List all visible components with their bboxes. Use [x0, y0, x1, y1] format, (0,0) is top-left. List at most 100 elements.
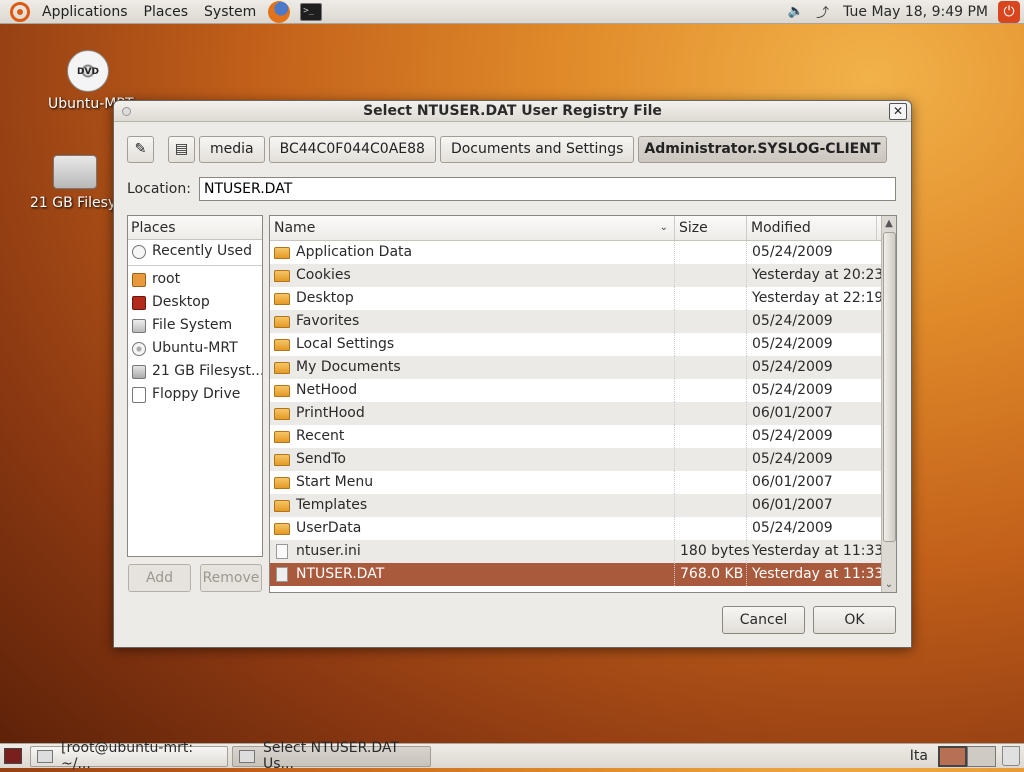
- file-icon: [276, 544, 288, 559]
- file-row[interactable]: Desktop Yesterday at 22:19: [270, 287, 896, 310]
- folder-icon: [274, 361, 290, 374]
- firefox-launcher-icon[interactable]: [268, 0, 291, 23]
- add-bookmark-button[interactable]: Add: [128, 564, 191, 592]
- file-row[interactable]: Start Menu 06/01/2007: [270, 471, 896, 494]
- file-size: [675, 264, 747, 287]
- terminal-launcher-icon[interactable]: >_: [300, 2, 323, 21]
- file-modified: 05/24/2009: [752, 451, 833, 467]
- close-icon[interactable]: ✕: [889, 103, 907, 120]
- edit-location-button[interactable]: ✎: [127, 136, 154, 163]
- file-name-cell: Desktop: [270, 287, 675, 310]
- file-row[interactable]: NTUSER.DAT 768.0 KB Yesterday at 11:33: [270, 563, 896, 586]
- file-row[interactable]: Recent 05/24/2009: [270, 425, 896, 448]
- path-button-volume[interactable]: BC44C0F044C0AE88: [268, 136, 436, 163]
- file-row[interactable]: Cookies Yesterday at 20:23: [270, 264, 896, 287]
- menu-applications[interactable]: Applications: [34, 0, 136, 24]
- path-button-administrator[interactable]: Administrator.SYSLOG-CLIENT: [638, 136, 887, 163]
- file-list-scrollbar[interactable]: ▲ ⌄: [881, 216, 896, 592]
- sort-descending-icon: ⌄: [659, 222, 668, 233]
- file-row[interactable]: PrintHood 06/01/2007: [270, 402, 896, 425]
- folder-icon: [274, 384, 290, 397]
- ok-button[interactable]: OK: [813, 606, 896, 634]
- column-header-name[interactable]: Name ⌄: [270, 216, 675, 240]
- power-icon[interactable]: ⏻: [998, 0, 1020, 23]
- ubuntu-logo-icon[interactable]: [10, 1, 30, 22]
- file-modified: 05/24/2009: [752, 244, 833, 260]
- file-size: 768.0 KB: [675, 563, 747, 586]
- terminal-icon: [37, 749, 53, 763]
- file-name-cell: PrintHood: [270, 402, 675, 425]
- file-size: [675, 310, 747, 333]
- workspace-2[interactable]: [967, 745, 996, 767]
- file-row[interactable]: SendTo 05/24/2009: [270, 448, 896, 471]
- column-header-modified[interactable]: Modified: [747, 216, 877, 240]
- menu-places[interactable]: Places: [136, 0, 197, 24]
- location-input[interactable]: [199, 177, 896, 201]
- file-name: ntuser.ini: [296, 543, 361, 559]
- place-recently-used[interactable]: Recently Used: [128, 240, 262, 263]
- pencil-icon: ✎: [134, 141, 147, 157]
- file-row[interactable]: ntuser.ini 180 bytes Yesterday at 11:33: [270, 540, 896, 563]
- volume-icon[interactable]: 🔈: [788, 4, 804, 19]
- floppy-icon: [132, 386, 146, 403]
- file-name-cell: ntuser.ini: [270, 540, 675, 563]
- folder-icon: [274, 453, 290, 466]
- path-button-documents-and-settings[interactable]: Documents and Settings: [439, 136, 635, 163]
- file-row[interactable]: Local Settings 05/24/2009: [270, 333, 896, 356]
- remove-bookmark-button[interactable]: Remove: [200, 564, 262, 592]
- clock-icon: [132, 244, 146, 259]
- menu-system[interactable]: System: [196, 0, 264, 24]
- file-name: Application Data: [296, 244, 413, 260]
- show-desktop-icon[interactable]: [4, 748, 22, 764]
- file-row[interactable]: My Documents 05/24/2009: [270, 356, 896, 379]
- trash-icon[interactable]: [1002, 746, 1020, 766]
- file-name-cell: Recent: [270, 425, 675, 448]
- place-file-system[interactable]: File System: [128, 314, 262, 337]
- file-modified: 05/24/2009: [752, 520, 833, 536]
- task-label: [root@ubuntu-mrt: ~/...: [61, 740, 194, 772]
- desktop-icon-filesystem[interactable]: 21 GB Filesystem: [30, 155, 151, 211]
- file-size: [675, 517, 747, 540]
- window-menu-icon[interactable]: [122, 107, 131, 116]
- taskbar-button-file-dialog[interactable]: Select NTUSER.DAT Us...: [232, 740, 431, 772]
- dialog-titlebar[interactable]: Select NTUSER.DAT User Registry File ✕: [114, 101, 911, 122]
- keyboard-layout-indicator[interactable]: Ita: [910, 748, 928, 764]
- file-row[interactable]: Application Data 05/24/2009: [270, 241, 896, 264]
- filesystem-icon: [132, 318, 146, 333]
- file-size: [675, 287, 747, 310]
- folder-icon: [274, 522, 290, 535]
- file-row[interactable]: Templates 06/01/2007: [270, 494, 896, 517]
- place-root[interactable]: root: [128, 268, 262, 291]
- workspace-1[interactable]: [938, 745, 967, 767]
- file-name-cell: Start Menu: [270, 471, 675, 494]
- scroll-thumb[interactable]: [883, 232, 896, 542]
- places-header[interactable]: Places: [128, 216, 262, 240]
- file-row[interactable]: NetHood 05/24/2009: [270, 379, 896, 402]
- scroll-down-icon[interactable]: ⌄: [882, 577, 896, 592]
- file-row[interactable]: Favorites 05/24/2009: [270, 310, 896, 333]
- place-label: Floppy Drive: [152, 386, 241, 402]
- file-size: [675, 494, 747, 517]
- file-modified: 05/24/2009: [752, 336, 833, 352]
- file-rows: Application Data 05/24/2009 Cookies Yesterd…: [270, 241, 896, 586]
- file-row[interactable]: UserData 05/24/2009: [270, 517, 896, 540]
- place-desktop[interactable]: Desktop: [128, 291, 262, 314]
- file-size: [675, 402, 747, 425]
- column-header-size[interactable]: Size: [675, 216, 747, 240]
- place-floppy-drive[interactable]: Floppy Drive: [128, 383, 262, 406]
- scroll-up-icon[interactable]: ▲: [882, 216, 896, 231]
- place-21gb-filesystem[interactable]: 21 GB Filesyst...: [128, 360, 262, 383]
- place-label: root: [152, 271, 181, 287]
- file-size: [675, 425, 747, 448]
- network-icon[interactable]: ⤴: [816, 2, 829, 21]
- file-modified: 05/24/2009: [752, 382, 833, 398]
- clock[interactable]: Tue May 18, 9:49 PM: [835, 4, 996, 20]
- path-button-media[interactable]: media: [199, 136, 265, 163]
- cancel-button[interactable]: Cancel: [722, 606, 805, 634]
- taskbar-button-terminal[interactable]: [root@ubuntu-mrt: ~/...: [30, 740, 228, 772]
- place-ubuntu-mrt[interactable]: Ubuntu-MRT: [128, 337, 262, 360]
- workspace-area: Ita: [910, 744, 1024, 769]
- file-modified: Yesterday at 11:33: [752, 566, 884, 582]
- file-name: NTUSER.DAT: [296, 566, 385, 582]
- path-root-button[interactable]: ▤: [168, 136, 195, 163]
